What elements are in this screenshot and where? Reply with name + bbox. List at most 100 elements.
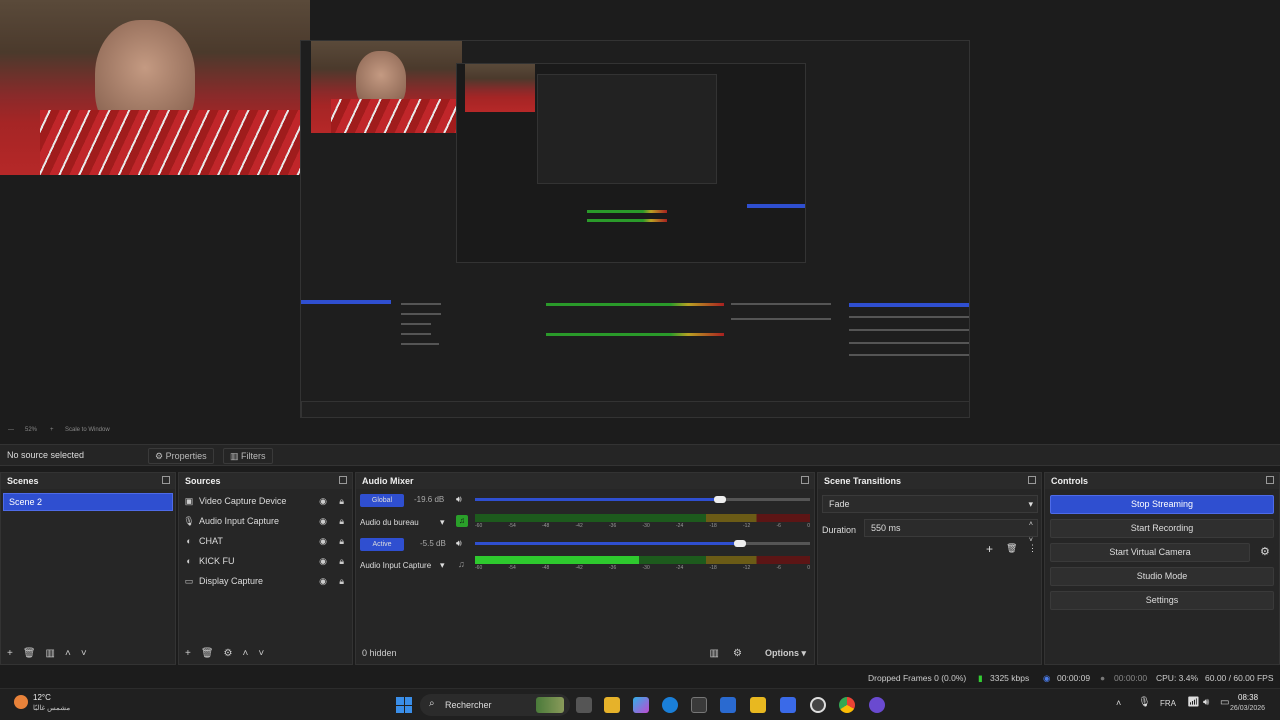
windows-start-icon[interactable]: [396, 697, 412, 713]
source-item[interactable]: ◐ KICK FU ◉ 🔒︎: [183, 552, 351, 570]
headphones-off-icon[interactable]: ♫: [458, 559, 465, 569]
chevron-up-icon[interactable]: ˄: [1116, 698, 1121, 708]
clock-time[interactable]: 08:38: [1238, 693, 1258, 702]
source-item[interactable]: ▭ Display Capture ◉ 🔒︎: [183, 572, 351, 590]
layout-icon[interactable]: ▥: [710, 648, 719, 659]
nested-display-capture: [300, 40, 970, 418]
up-icon[interactable]: ˄: [65, 648, 71, 659]
settings-icon[interactable]: ⚙: [733, 648, 742, 659]
settings-button[interactable]: Settings: [1050, 591, 1274, 610]
microphone-icon[interactable]: 🎙︎: [1138, 697, 1151, 708]
filter-icon[interactable]: ▥: [46, 648, 55, 659]
stream-time: 00:00:09: [1057, 673, 1091, 683]
filters-label: Filters: [241, 451, 266, 461]
zoom-in-button[interactable]: +: [50, 427, 54, 433]
source-item[interactable]: ◐ CHAT ◉ 🔒︎: [183, 532, 351, 550]
scale-tick: -18: [709, 565, 717, 571]
filter-icon: ▥: [230, 451, 242, 461]
wifi-icon[interactable]: 📶︎: [1187, 697, 1200, 708]
undock-icon[interactable]: [1266, 476, 1274, 484]
speaker-icon[interactable]: 🔊︎: [456, 538, 462, 549]
trash-icon[interactable]: 🗑: [1006, 543, 1017, 554]
properties-button[interactable]: ⚙ Properties: [148, 448, 214, 464]
chevron-down-icon[interactable]: ▾: [440, 517, 445, 528]
weather-temp: 12°C: [33, 693, 51, 702]
eye-icon[interactable]: ◉: [319, 516, 327, 527]
zoom-out-button[interactable]: —: [8, 427, 14, 433]
lock-icon[interactable]: 🔒︎: [339, 496, 344, 507]
lock-icon[interactable]: 🔒︎: [339, 516, 344, 527]
eye-icon[interactable]: ◉: [319, 496, 327, 507]
add-icon[interactable]: +: [185, 648, 191, 659]
no-source-label: No source selected: [7, 450, 85, 460]
store-icon[interactable]: [691, 697, 707, 713]
app-icon[interactable]: [750, 697, 766, 713]
chevron-down-icon[interactable]: ▾: [440, 560, 445, 571]
chrome-icon[interactable]: [839, 697, 855, 713]
headphones-icon[interactable]: ♫: [456, 515, 468, 527]
obs-icon[interactable]: [810, 697, 826, 713]
source-item[interactable]: 🎙︎ Audio Input Capture ◉ 🔒︎: [183, 512, 351, 530]
start-recording-button[interactable]: Start Recording: [1050, 519, 1274, 538]
source-item[interactable]: ▣ Video Capture Device ◉ 🔒︎: [183, 492, 351, 510]
gear-icon[interactable]: ⚙: [1260, 545, 1270, 558]
source-label: KICK FU: [199, 556, 235, 566]
eye-icon[interactable]: ◉: [319, 556, 327, 567]
start-virtual-camera-button[interactable]: Start Virtual Camera: [1050, 543, 1250, 562]
volume-slider-filled[interactable]: [475, 498, 720, 501]
language[interactable]: FRA: [1160, 699, 1176, 708]
volume-knob[interactable]: [714, 496, 726, 503]
app-icon[interactable]: [869, 697, 885, 713]
eye-icon[interactable]: ◉: [319, 576, 327, 587]
scale-tick: -24: [676, 565, 684, 571]
transition-value: Fade: [829, 499, 850, 509]
filters-button[interactable]: ▥ Filters: [223, 448, 273, 464]
edge-icon[interactable]: [662, 697, 678, 713]
volume-slider-track[interactable]: [720, 498, 810, 501]
lock-icon[interactable]: 🔒︎: [339, 536, 344, 547]
undock-icon[interactable]: [801, 476, 809, 484]
volume-slider-track[interactable]: [740, 542, 810, 545]
lock-icon[interactable]: 🔒︎: [339, 576, 344, 587]
weather-icon[interactable]: [14, 695, 28, 709]
studio-mode-button[interactable]: Studio Mode: [1050, 567, 1274, 586]
clock-date[interactable]: 26/03/2026: [1230, 705, 1265, 712]
gear-icon[interactable]: ⚙: [224, 648, 233, 659]
scene-item[interactable]: Scene 2: [3, 493, 173, 511]
taskbar-search[interactable]: ⌕ Rechercher: [420, 694, 570, 716]
file-explorer-icon[interactable]: [604, 697, 620, 713]
battery-icon[interactable]: ▭: [1220, 697, 1229, 708]
volume-icon[interactable]: 🔊︎: [1203, 697, 1209, 708]
down-icon[interactable]: ˅: [258, 648, 264, 659]
eye-icon[interactable]: ◉: [319, 536, 327, 547]
down-icon[interactable]: ˅: [81, 648, 87, 659]
undock-icon[interactable]: [162, 476, 170, 484]
add-icon[interactable]: +: [986, 542, 993, 556]
trash-icon[interactable]: 🗑: [23, 648, 36, 659]
preview-canvas[interactable]: [0, 0, 1280, 440]
transition-select[interactable]: Fade ▾: [822, 495, 1038, 513]
stop-streaming-button[interactable]: Stop Streaming: [1050, 495, 1274, 514]
more-icon[interactable]: ⋮: [1028, 543, 1037, 554]
vscode-icon[interactable]: [720, 697, 736, 713]
lock-icon[interactable]: 🔒︎: [339, 556, 344, 567]
speaker-icon[interactable]: 🔊︎: [456, 494, 462, 505]
scale-to-window[interactable]: Scale to Window: [65, 427, 110, 433]
duration-input[interactable]: 550 ms ˄ ˅: [864, 519, 1038, 544]
hidden-count: 0 hidden: [362, 648, 397, 658]
volume-knob[interactable]: [734, 540, 746, 547]
add-icon[interactable]: +: [7, 648, 13, 659]
task-view-icon[interactable]: [576, 697, 592, 713]
undock-icon[interactable]: [1028, 476, 1036, 484]
app-icon[interactable]: [780, 697, 796, 713]
copilot-icon[interactable]: [633, 697, 649, 713]
volume-slider-filled[interactable]: [475, 542, 740, 545]
weather-desc: مشمس غالبًا: [33, 705, 71, 712]
trash-icon[interactable]: 🗑: [201, 648, 214, 659]
duration-value: 550 ms: [871, 523, 901, 533]
undock-icon[interactable]: [339, 476, 347, 484]
options-button[interactable]: Options ▾: [765, 648, 806, 659]
channel-db: -19.6 dB: [414, 495, 445, 504]
source-label: Audio Input Capture: [199, 516, 280, 526]
up-icon[interactable]: ˄: [243, 648, 249, 659]
